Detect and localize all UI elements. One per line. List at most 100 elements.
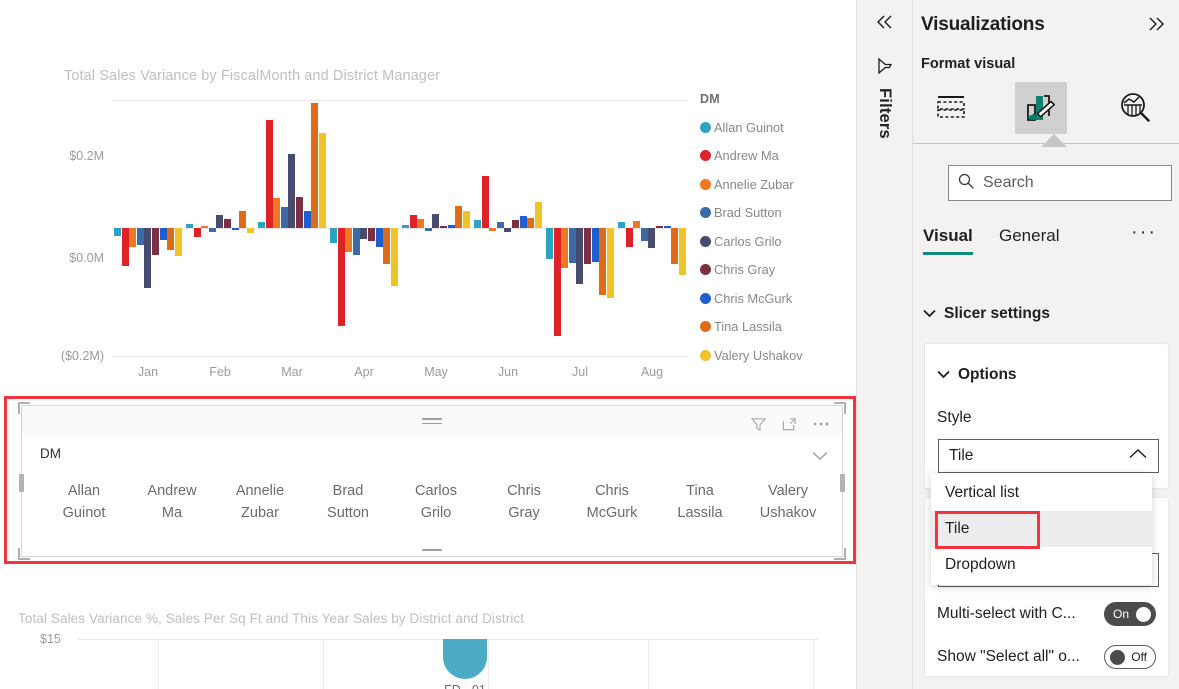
clustered-column-chart[interactable]: Total Sales Variance by FiscalMonth and … [0,0,856,392]
slicer-tile[interactable]: Brad Sutton [304,478,392,526]
chart-bar[interactable] [167,228,175,251]
chart-bar[interactable] [440,226,448,228]
chart-bar[interactable] [360,228,368,239]
chart-bar[interactable] [352,228,360,255]
chart-bar[interactable] [534,201,542,228]
tab-more-options[interactable]: ··· [1131,221,1157,244]
chart-bar[interactable] [144,228,152,288]
chart-bar[interactable] [474,220,482,228]
chart-bar[interactable] [424,228,432,231]
chart-bar[interactable] [584,228,592,265]
slicer-tile[interactable]: Tina Lassila [656,478,744,526]
paintbrush-chart-icon[interactable] [1015,82,1067,134]
chart-bar[interactable] [186,224,194,228]
combo-chart-bottom[interactable]: Total Sales Variance %, Sales Per Sq Ft … [0,566,856,689]
chart-bar[interactable] [462,210,470,228]
chart-bar[interactable] [296,197,304,228]
chart-bar[interactable] [129,228,137,248]
chart-bar[interactable] [568,228,576,264]
section-options[interactable]: Options [937,366,1017,384]
chart-bar[interactable] [375,228,383,248]
chart-bar[interactable] [618,222,626,228]
drag-grip-bottom-icon[interactable] [422,549,442,557]
chart-bar[interactable] [193,228,201,237]
resize-handle-bottom-right[interactable] [834,548,846,560]
chart-bar[interactable] [201,226,209,228]
slicer-tile[interactable]: Chris McGurk [568,478,656,526]
legend-item[interactable]: Chris McGurk [700,284,850,313]
slicer-tile[interactable]: Andrew Ma [128,478,216,526]
chart-bar[interactable] [337,228,345,326]
chart-bar[interactable] [303,210,311,228]
chart-bar[interactable] [114,228,122,236]
chart-bar[interactable] [678,228,686,276]
chart-bar[interactable] [561,228,569,268]
resize-handle-top-left[interactable] [18,402,30,414]
chart-bar[interactable] [159,228,167,240]
chart-bar[interactable] [330,228,338,244]
chart-bar[interactable] [390,228,398,286]
focus-mode-icon[interactable] [781,416,798,433]
chart-bar[interactable] [216,215,224,228]
chart-bar[interactable] [591,228,599,262]
chart-bar[interactable] [447,225,455,228]
section-slicer-settings[interactable]: Slicer settings [923,305,1050,323]
chart-bar[interactable] [383,228,391,265]
style-option-tile[interactable]: Tile [931,511,1152,547]
select-all-toggle[interactable]: Off [1104,645,1156,669]
chart-bar[interactable] [496,221,504,228]
chart-bar[interactable] [318,133,326,228]
chart-bar[interactable] [481,176,489,228]
slicer-tile[interactable]: Annelie Zubar [216,478,304,526]
chart-bar[interactable] [553,228,561,337]
legend-item[interactable]: Chris Gray [700,256,850,285]
slicer-tile[interactable]: Allan Guinot [40,478,128,526]
fields-table-icon[interactable] [925,82,977,134]
chart-bar[interactable] [231,228,239,230]
filter-funnel-icon[interactable] [750,416,767,433]
chart-bar[interactable] [174,228,182,257]
slicer-tiles[interactable]: Allan Guinot Andrew Ma Annelie Zubar Brad Sutto… [40,478,832,526]
search-input[interactable]: Search [948,165,1172,201]
chart-bar[interactable] [527,218,535,228]
resize-handle-right[interactable] [840,474,845,492]
chart-bar[interactable] [432,213,440,228]
chevron-down-icon[interactable] [812,448,828,466]
double-chevron-right-icon[interactable] [1145,16,1167,37]
chart-bar[interactable] [648,228,656,248]
chart-bar[interactable] [224,219,232,228]
legend-item[interactable]: Brad Sutton [700,199,850,228]
style-option-dropdown[interactable]: Dropdown [931,547,1152,583]
chart-bar[interactable] [519,216,527,228]
legend-item[interactable]: Andrew Ma [700,142,850,171]
chart-bar[interactable] [136,228,144,245]
chart-bar[interactable] [121,228,129,267]
chart-bar[interactable] [625,228,633,247]
chart-bar[interactable] [239,210,247,228]
chart-bar[interactable] [152,228,160,255]
chart-bar[interactable] [606,228,614,299]
chart-bar[interactable] [288,154,296,228]
chart-bar[interactable] [368,228,376,241]
chart-bar[interactable] [512,220,520,228]
style-option-vertical-list[interactable]: Vertical list [931,475,1152,511]
chart-bar[interactable] [265,120,273,228]
chart-bar[interactable] [599,228,607,295]
multi-select-toggle[interactable]: On [1104,602,1156,626]
chart-bar[interactable] [633,220,641,228]
filter-funnel-icon[interactable] [875,56,895,81]
chart-bar[interactable] [311,102,319,228]
resize-handle-bottom-left[interactable] [18,548,30,560]
slicer-tile[interactable]: Chris Gray [480,478,568,526]
chart-bar[interactable] [246,228,254,234]
style-options-dropdown[interactable]: Vertical list Tile Dropdown [931,473,1152,585]
more-options-icon[interactable] [812,416,830,433]
chart-bar[interactable] [663,226,671,228]
chart-bar[interactable] [258,221,266,228]
legend-item[interactable]: Valery Ushakov [700,341,850,370]
drag-grip-top-icon[interactable] [422,418,442,426]
chart-bar[interactable] [671,228,679,264]
chart-bar[interactable] [402,225,410,228]
chart-bar[interactable] [489,228,497,231]
chart-bar[interactable] [280,206,288,228]
